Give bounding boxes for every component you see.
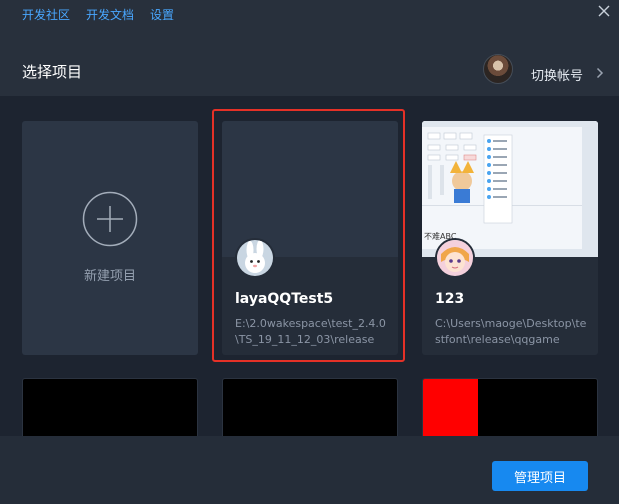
project-name: layaQQTest5 bbox=[235, 291, 334, 307]
project-card-5[interactable] bbox=[422, 378, 598, 436]
project-card-2[interactable]: 不难ABC 123 C:\Users\maoge\Desktop\testfon… bbox=[422, 121, 598, 355]
new-project-card[interactable]: 新建项目 bbox=[22, 121, 198, 355]
link-developer-community[interactable]: 开发社区 bbox=[22, 6, 70, 23]
project-path: C:\Users\maoge\Desktop\testfont\release\… bbox=[435, 317, 587, 346]
project-thumbnail-rabbit bbox=[235, 238, 275, 278]
project-path: E:\2.0wakespace\test_2.4.0\TS_19_11_12_0… bbox=[235, 317, 386, 346]
project-card-4[interactable] bbox=[222, 378, 398, 436]
project-grid: 新建项目 layaQQTest5 E:\2.0wakespace\test_2.… bbox=[0, 96, 619, 436]
link-developer-docs[interactable]: 开发文档 bbox=[86, 6, 134, 23]
page-title: 选择项目 bbox=[22, 63, 83, 81]
project-preview: 不难ABC bbox=[422, 121, 598, 257]
project-preview bbox=[423, 379, 478, 436]
project-card-3[interactable] bbox=[22, 378, 198, 436]
top-bar: 开发社区 开发文档 设置 bbox=[0, 0, 619, 28]
plus-icon bbox=[82, 191, 138, 247]
chevron-right-icon[interactable] bbox=[596, 67, 604, 79]
avatar[interactable] bbox=[483, 54, 513, 84]
scrollbar[interactable] bbox=[613, 96, 619, 436]
project-name: 123 bbox=[435, 291, 465, 307]
project-thumbnail-character bbox=[435, 238, 475, 278]
footer: 管理项目 bbox=[0, 436, 619, 504]
new-project-label: 新建项目 bbox=[83, 269, 136, 284]
header: 选择项目 切换帐号 bbox=[0, 28, 619, 96]
link-settings[interactable]: 设置 bbox=[150, 6, 174, 23]
switch-account-button[interactable]: 切换帐号 bbox=[531, 65, 583, 84]
project-preview bbox=[222, 121, 398, 257]
project-card-1[interactable]: layaQQTest5 E:\2.0wakespace\test_2.4.0\T… bbox=[222, 121, 398, 355]
manage-projects-button[interactable]: 管理项目 bbox=[492, 461, 588, 491]
close-icon[interactable] bbox=[597, 4, 611, 18]
